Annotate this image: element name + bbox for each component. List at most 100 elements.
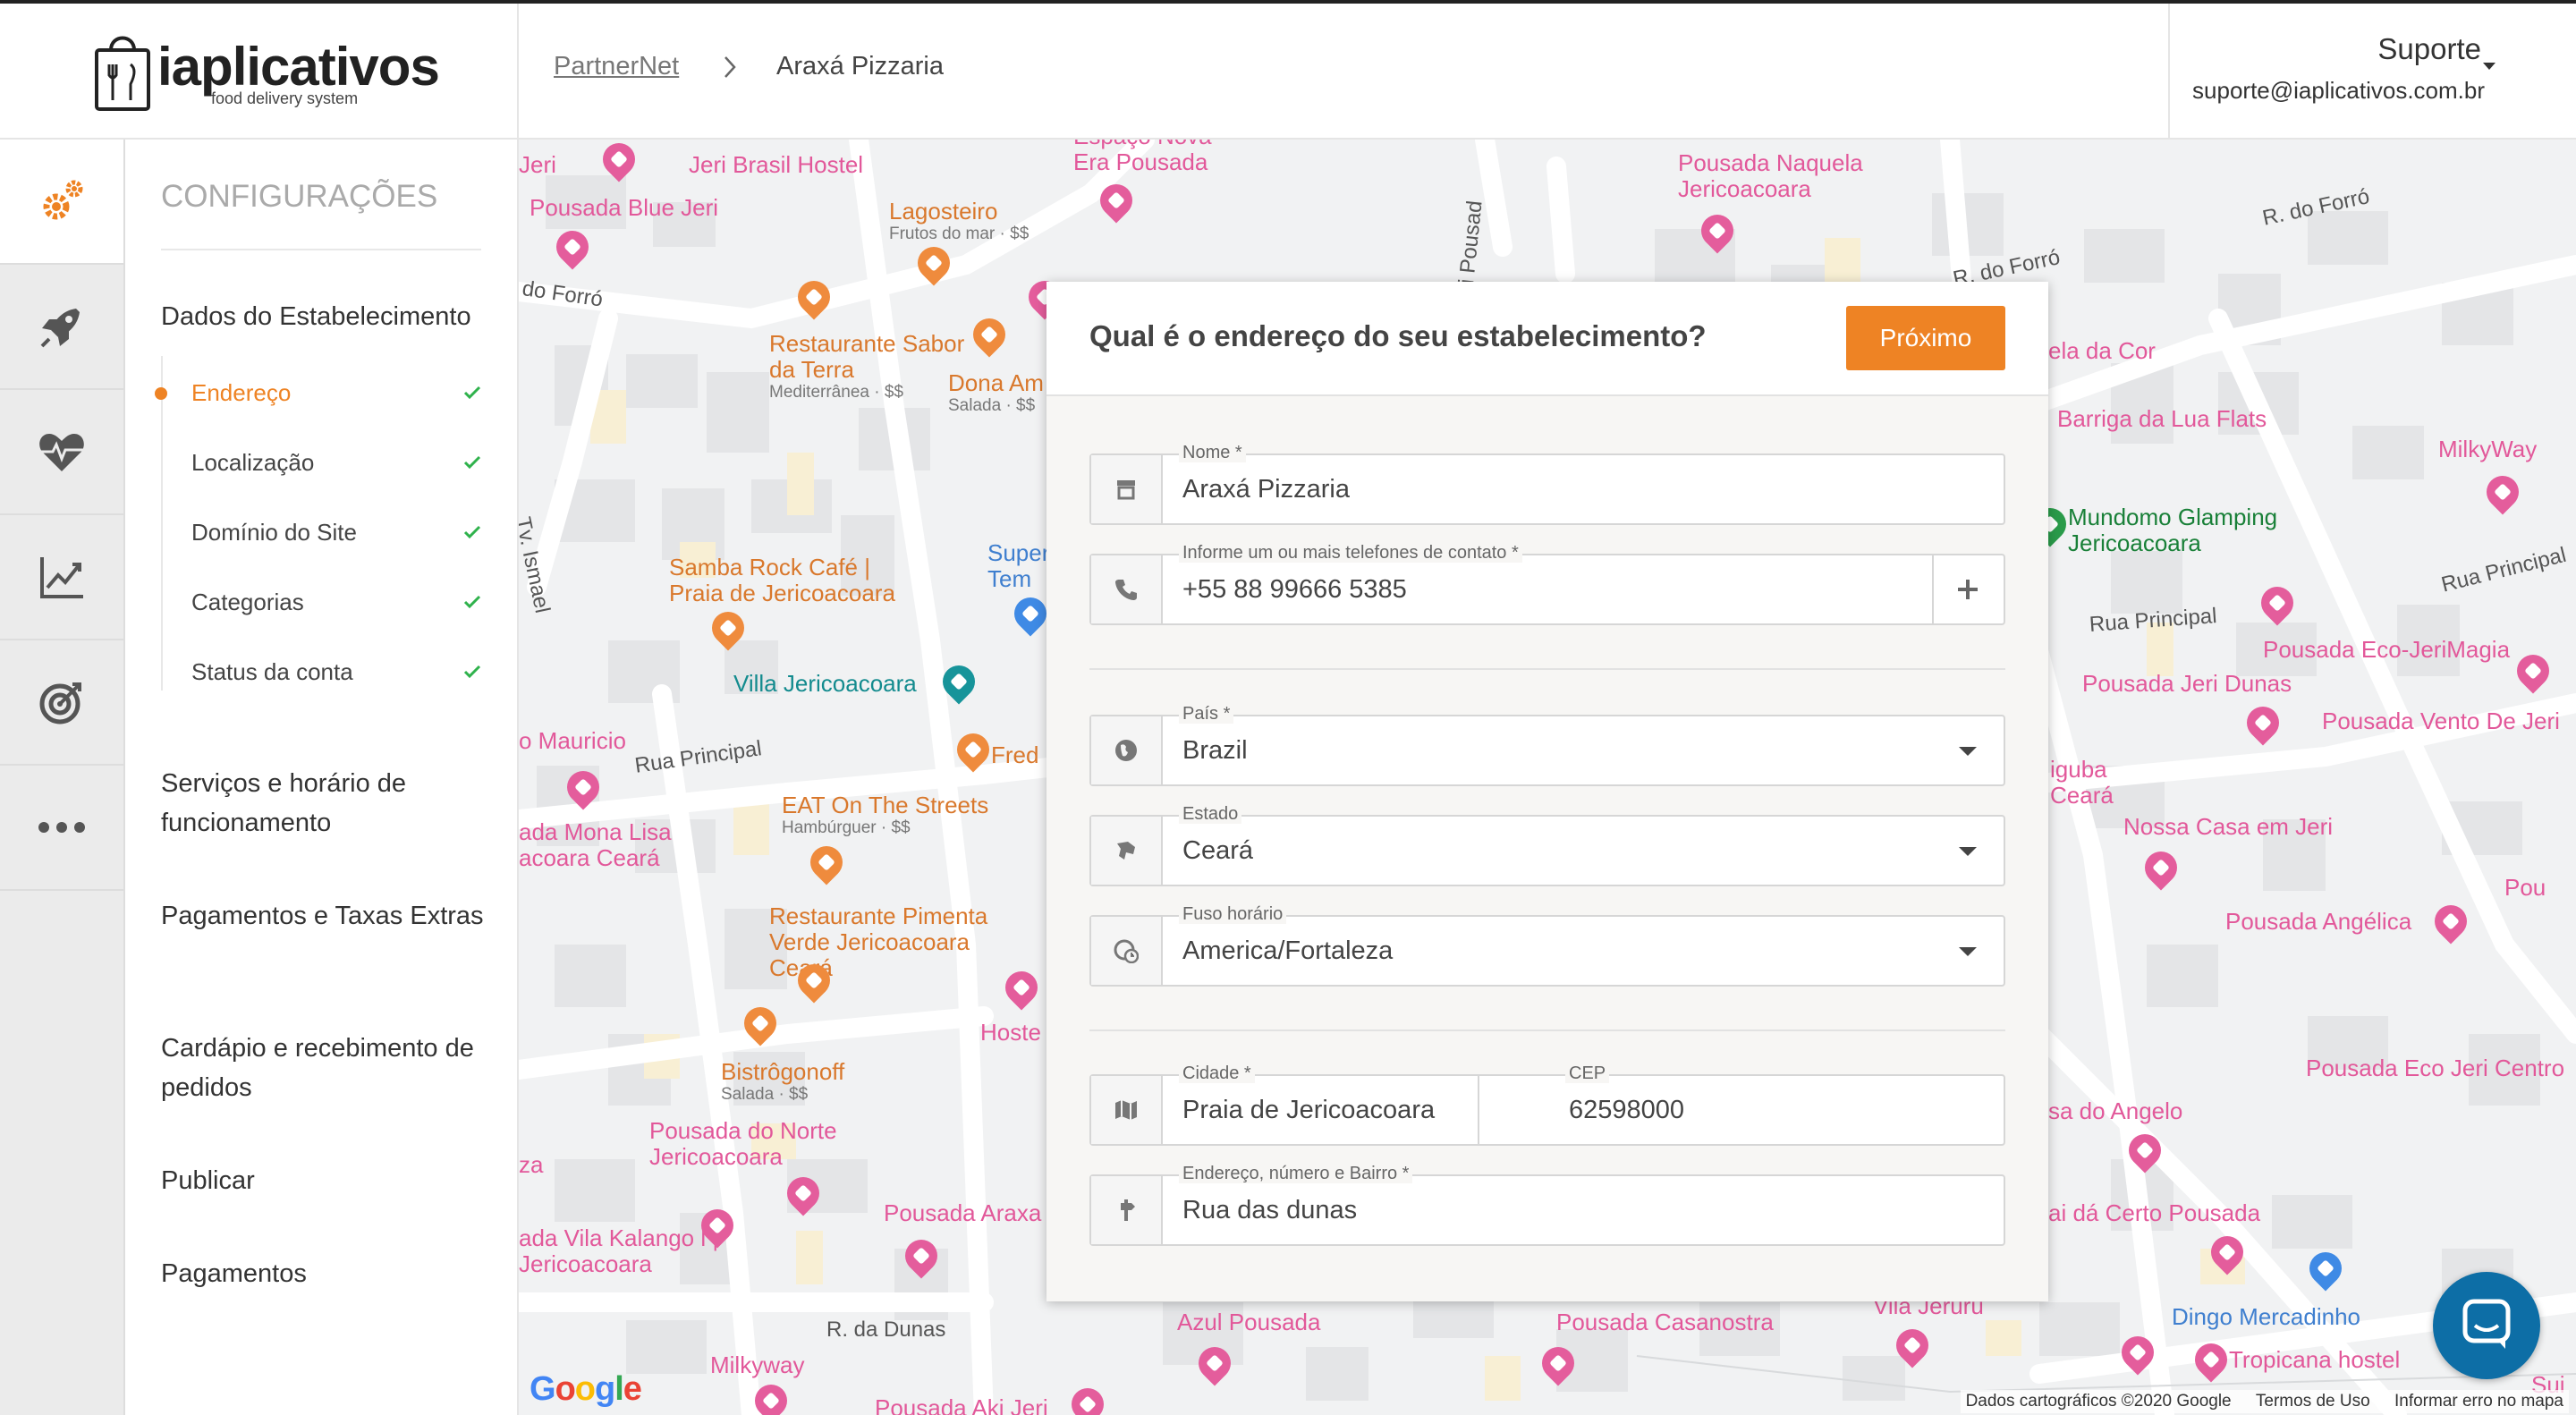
user-name[interactable]: Suporte xyxy=(2377,32,2481,66)
breadcrumb-root-link[interactable]: PartnerNet xyxy=(554,52,679,81)
sidebar-section-payments-fees[interactable]: Pagamentos e Taxas Extras xyxy=(161,896,492,936)
map-label[interactable]: ada Vila Kalango l | Jericoacoara xyxy=(519,1225,733,1277)
add-phone-button[interactable] xyxy=(1932,555,2004,623)
map-label[interactable]: ada Mona Lisa acoara Ceará xyxy=(519,819,698,871)
step-categorias[interactable]: Categorias xyxy=(191,589,304,616)
phone-field[interactable]: Informe um ou mais telefones de contato … xyxy=(1089,543,2005,625)
map-label[interactable]: Pousada Vento De Jeri xyxy=(2322,708,2560,734)
globe-icon xyxy=(1115,740,1137,761)
sidebar-section-menu[interactable]: Cardápio e recebimento de pedidos xyxy=(161,1029,492,1107)
map-label[interactable]: Bistrôgonoff Salada · $$ xyxy=(721,1059,844,1105)
check-icon xyxy=(463,455,481,470)
map-icon xyxy=(1115,1100,1137,1120)
rail-marketing[interactable] xyxy=(0,640,123,766)
report-error-link[interactable]: Informar erro no mapa xyxy=(2394,1392,2563,1411)
name-field-value[interactable]: Araxá Pizzaria xyxy=(1182,475,1350,504)
map-label[interactable]: Jeri xyxy=(519,152,556,178)
map-label[interactable]: Pousada Aki Jeri xyxy=(875,1395,1048,1415)
map-label[interactable]: Pousada Jeri Dunas xyxy=(2082,671,2292,697)
map-label[interactable]: Pousada Eco-JeriMagia xyxy=(2263,637,2510,663)
sidebar-section-publish[interactable]: Publicar xyxy=(161,1161,492,1200)
map-label[interactable]: Samba Rock Café | Praia de Jericoacoara xyxy=(669,555,902,606)
support-chat-button[interactable] xyxy=(2433,1272,2540,1379)
map-label[interactable]: Hoste xyxy=(980,1020,1041,1046)
sidebar-section-establishment[interactable]: Dados do Estabelecimento xyxy=(161,297,492,336)
map-label[interactable]: Pousada Naquela Jericoacoara xyxy=(1678,150,1902,202)
map-label[interactable]: Barriga da Lua Flats xyxy=(2057,406,2267,432)
chevron-down-icon[interactable] xyxy=(1959,747,1977,756)
map-footer: Dados cartográficos ©2020 Google Termos … xyxy=(1960,1390,2569,1413)
rail-more[interactable] xyxy=(0,766,123,891)
dialog-header: Qual é o endereço do seu estabelecimento… xyxy=(1046,282,2048,396)
check-icon xyxy=(463,595,481,609)
user-menu[interactable]: Suporte suporte@iaplicativos.com.br xyxy=(2168,4,2576,138)
timezone-icon-box xyxy=(1091,917,1163,985)
rail-reports[interactable] xyxy=(0,515,123,640)
chevron-down-icon[interactable] xyxy=(1959,947,1977,956)
map-label[interactable]: Pousada Casanostra xyxy=(1556,1309,1774,1335)
map-label[interactable]: MilkyWay xyxy=(2438,436,2537,462)
map-label[interactable]: Espaço Nova Era Pousada xyxy=(1073,140,1234,175)
phone-field-value[interactable]: +55 88 99666 5385 xyxy=(1182,575,1407,605)
rail-settings[interactable] xyxy=(0,140,123,265)
country-select[interactable]: País * Brazil xyxy=(1089,704,2005,786)
dialog-title: Qual é o endereço do seu estabelecimento… xyxy=(1089,319,1707,352)
terms-link[interactable]: Termos de Uso xyxy=(2256,1392,2370,1411)
step-status[interactable]: Status da conta xyxy=(191,658,353,686)
map-label[interactable]: EAT On The Streets Hambúrguer · $$ xyxy=(782,792,988,838)
map-label[interactable]: ai dá Certo Pousada xyxy=(2048,1200,2260,1226)
map-label[interactable]: Dona Am Salada · $$ xyxy=(948,370,1044,416)
map-label[interactable]: Pousada Angélica xyxy=(2225,909,2411,935)
country-label: País * xyxy=(1179,704,1234,724)
sidebar-section-services[interactable]: Serviços e horário de funcionamento xyxy=(161,764,492,843)
city-zip-field[interactable]: Cidade * Praia de Jericoacoara CEP 62598… xyxy=(1089,1063,2005,1146)
step-dominio[interactable]: Domínio do Site xyxy=(191,519,357,547)
map-label[interactable]: Pousada Eco Jeri Centro xyxy=(2306,1055,2564,1081)
state-select[interactable]: Estado Ceará xyxy=(1089,804,2005,886)
establishment-steps: Endereço Localização Domínio do Site Cat… xyxy=(155,356,485,691)
map-label[interactable]: Pousada do Norte Jericoacoara xyxy=(649,1118,873,1170)
map-label[interactable]: Azul Pousada xyxy=(1177,1309,1320,1335)
next-button[interactable]: Próximo xyxy=(1846,306,2005,370)
map-label[interactable]: Mundomo Glamping Jericoacoara xyxy=(2068,504,2318,556)
map-label[interactable]: Pou xyxy=(2504,875,2546,901)
map-label[interactable]: Milkyway xyxy=(710,1352,804,1378)
name-field[interactable]: Nome * Araxá Pizzaria xyxy=(1089,443,2005,525)
map-label[interactable]: Restaurante Sabor da Terra Mediterrânea ·… xyxy=(769,331,966,402)
address-value[interactable]: Rua das dunas xyxy=(1182,1196,1357,1225)
caret-down-icon[interactable] xyxy=(2483,63,2496,70)
timezone-select[interactable]: Fuso horário America/Fortaleza xyxy=(1089,904,2005,987)
map-label[interactable]: o Mauricio xyxy=(519,728,626,754)
phone-icon xyxy=(1115,580,1137,600)
brand-logo[interactable]: iaplicativos food delivery system xyxy=(0,4,519,138)
city-label: Cidade * xyxy=(1179,1063,1255,1083)
step-localizacao[interactable]: Localização xyxy=(191,449,314,477)
map-label[interactable]: Pousada Blue Jeri xyxy=(530,195,718,221)
country-value[interactable]: Brazil xyxy=(1182,736,1248,766)
map-label[interactable]: Pousada Araxa xyxy=(884,1200,1041,1226)
sidebar-section-payments[interactable]: Pagamentos xyxy=(161,1254,492,1293)
zip-value[interactable]: 62598000 xyxy=(1569,1096,1684,1125)
map-label[interactable]: sa do Angelo xyxy=(2048,1098,2182,1124)
map-label[interactable]: iguba Ceará xyxy=(2050,757,2122,809)
rail-health[interactable] xyxy=(0,390,123,515)
address-field[interactable]: Endereço, número e Bairro * Rua das duna… xyxy=(1089,1164,2005,1246)
map-label[interactable]: Fred xyxy=(991,742,1038,768)
timezone-value[interactable]: America/Fortaleza xyxy=(1182,936,1393,966)
step-endereco[interactable]: Endereço xyxy=(191,379,291,407)
map-label[interactable]: Nossa Casa em Jeri xyxy=(2123,814,2333,840)
map-label[interactable]: Villa Jericoacoara xyxy=(733,671,917,697)
state-value[interactable]: Ceará xyxy=(1182,836,1253,866)
map-label[interactable]: Tropicana hostel xyxy=(2229,1347,2400,1373)
map-label[interactable]: za xyxy=(519,1152,543,1178)
map-label[interactable]: Lagosteiro Frutos do mar · $$ xyxy=(889,199,1029,244)
check-icon xyxy=(463,665,481,679)
city-value[interactable]: Praia de Jericoacoara xyxy=(1182,1096,1435,1125)
map-label[interactable]: Dingo Mercadinho xyxy=(2172,1304,2360,1330)
more-icon xyxy=(38,822,85,833)
map-label[interactable]: ela da Cor xyxy=(2048,338,2156,364)
chevron-down-icon[interactable] xyxy=(1959,847,1977,856)
rail-launch[interactable] xyxy=(0,265,123,390)
map-label[interactable]: Super Tem xyxy=(987,540,1050,592)
map-label[interactable]: Jeri Brasil Hostel xyxy=(689,152,863,178)
